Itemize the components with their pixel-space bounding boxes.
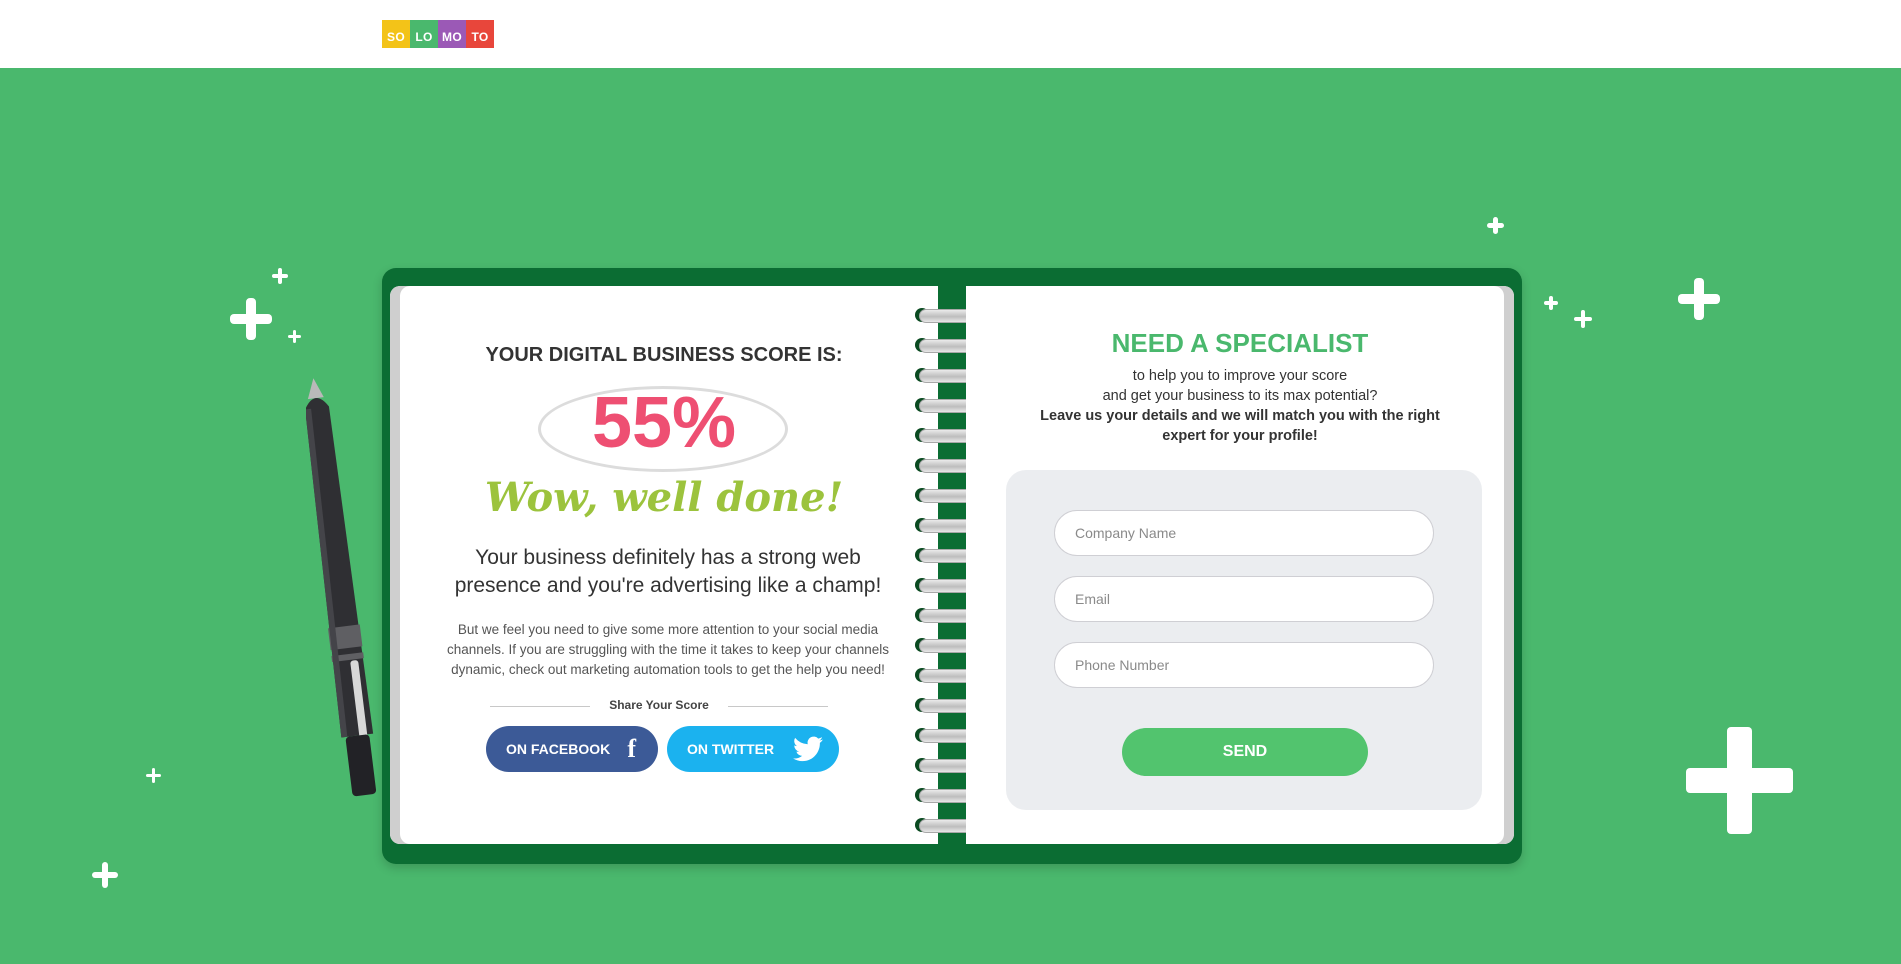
contact-form: SEND [1006, 470, 1482, 810]
plus-icon [230, 298, 272, 340]
phone-number-input[interactable] [1054, 642, 1434, 688]
advice-line: But we feel you need to give some more a… [457, 622, 879, 637]
plus-icon [1686, 727, 1793, 834]
divider-line [728, 706, 828, 707]
plus-icon [1487, 217, 1504, 234]
specialist-title: NEED A SPECIALIST [1111, 328, 1369, 358]
plus-icon [92, 862, 118, 888]
score-advice: But we feel you need to give some more a… [420, 620, 916, 680]
advice-line: dynamic, check out marketing automation … [451, 662, 885, 677]
solomoto-logo[interactable]: SO LO MO TO [382, 20, 494, 48]
congrats-heading: Wow, well done! [484, 474, 844, 521]
score-value: 55% [591, 383, 737, 463]
advice-line: channels. If you are struggling with the… [447, 642, 889, 657]
notebook: YOUR DIGITAL BUSINESS SCORE IS: 55% Wow,… [382, 268, 1522, 864]
specialist-cta: expert for your profile! [1162, 428, 1318, 444]
plus-icon [1574, 310, 1592, 328]
score-title: YOUR DIGITAL BUSINESS SCORE IS: [485, 344, 843, 366]
header-bar: SO LO MO TO [0, 0, 1901, 68]
twitter-button-label: ON TWITTER [687, 741, 775, 757]
share-facebook-button[interactable]: ON FACEBOOK f [486, 726, 658, 772]
company-name-input[interactable] [1054, 510, 1434, 556]
plus-icon [288, 330, 301, 343]
score-page: YOUR DIGITAL BUSINESS SCORE IS: 55% Wow,… [390, 286, 938, 844]
score-summary-line: Your business definitely has a strong we… [475, 546, 861, 569]
specialist-cta: Leave us your details and we will match … [1040, 408, 1440, 424]
email-input[interactable] [1054, 576, 1434, 622]
plus-icon [1678, 278, 1720, 320]
specialist-subtitle: and get your business to its max potenti… [1102, 388, 1378, 404]
plus-icon [272, 268, 288, 284]
facebook-icon: f [627, 734, 636, 763]
send-button[interactable]: SEND [1122, 728, 1368, 776]
logo-letter-lo: LO [410, 20, 438, 48]
plus-icon [1544, 296, 1558, 310]
logo-letter-so: SO [382, 20, 410, 48]
logo-letter-to: TO [466, 20, 494, 48]
pen-illustration [306, 378, 377, 797]
facebook-button-label: ON FACEBOOK [506, 741, 611, 757]
logo-letter-mo: MO [438, 20, 466, 48]
plus-icon [146, 768, 161, 783]
share-twitter-button[interactable]: ON TWITTER [667, 726, 839, 772]
share-label: Share Your Score [609, 698, 709, 712]
twitter-icon [793, 736, 823, 762]
specialist-page: NEED A SPECIALIST to help you to improve… [966, 286, 1514, 844]
share-divider: Share Your Score [490, 696, 828, 716]
specialist-subtitle: to help you to improve your score [1132, 368, 1348, 384]
score-summary-line: presence and you're advertising like a c… [454, 574, 882, 597]
score-summary: Your business definitely has a strong we… [420, 544, 916, 600]
